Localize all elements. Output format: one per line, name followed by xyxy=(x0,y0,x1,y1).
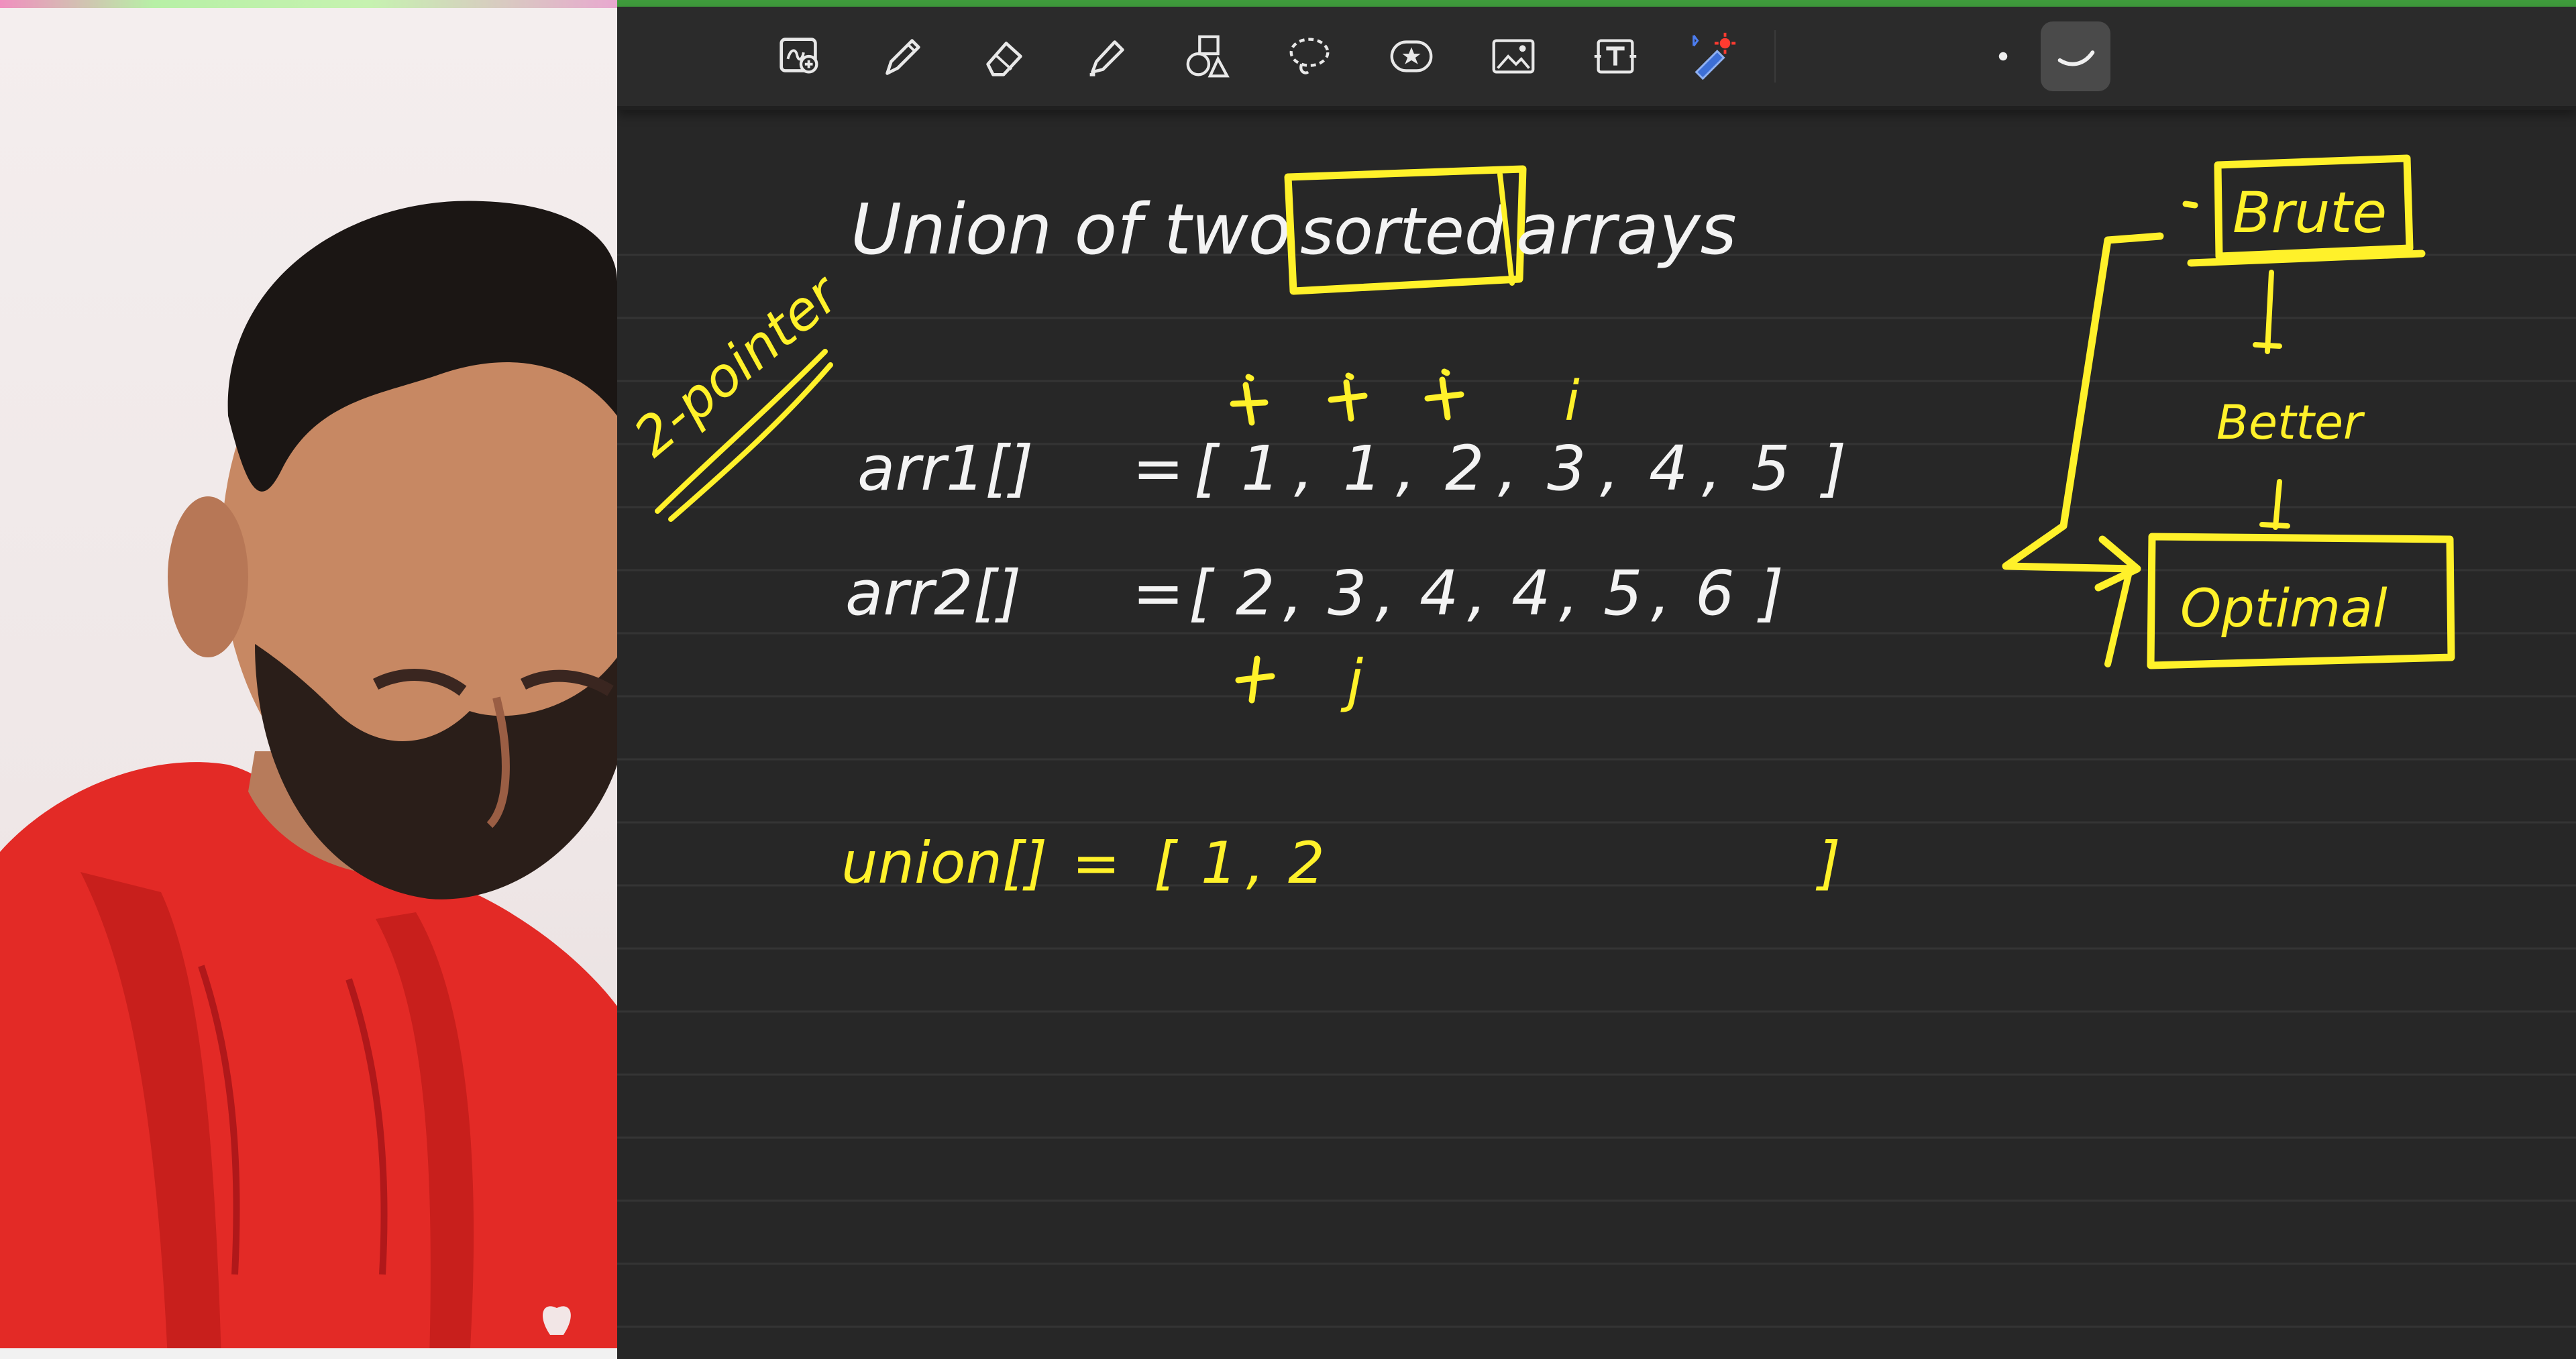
arr2-comma: , xyxy=(1651,557,1670,629)
heading-before: Union of two xyxy=(851,188,1291,270)
arr2-value: 5 xyxy=(1603,557,1643,629)
progress-line xyxy=(617,0,2576,7)
arr2-value: 3 xyxy=(1328,557,1367,629)
text-tool-icon[interactable] xyxy=(1580,21,1650,91)
whiteboard: Union of two sorted arrays 2-pointer i a… xyxy=(617,0,2576,1359)
arr2-comma: , xyxy=(1559,557,1578,629)
eraser-tool-icon[interactable] xyxy=(969,21,1038,91)
arr1-label: arr1[] xyxy=(857,433,1033,504)
toolbar-divider xyxy=(1774,30,1776,83)
webcam-feed xyxy=(0,0,617,1359)
arr2-pointer-mark xyxy=(1235,655,1275,704)
arr2-value: 6 xyxy=(1695,557,1735,629)
drawing-toolbar xyxy=(617,7,2576,110)
arr2-close-bracket: ] xyxy=(1757,557,1784,629)
sticker-tool-icon[interactable] xyxy=(1377,21,1446,91)
arr1-value: 2 xyxy=(1445,433,1485,504)
arr1-value: 1 xyxy=(1343,433,1383,504)
heading-boxed: sorted xyxy=(1300,194,1506,269)
arr1-comma: , xyxy=(1600,433,1619,504)
arr2-equals: = xyxy=(1132,557,1184,629)
union-value: 1 xyxy=(1201,830,1238,897)
arr1-comma: , xyxy=(1498,433,1517,504)
union-comma: , xyxy=(1246,830,1265,897)
drawing-canvas[interactable]: Union of two sorted arrays 2-pointer i a… xyxy=(617,110,2576,1359)
union-label: union[] xyxy=(841,830,1047,897)
union-equals: = xyxy=(1072,830,1120,897)
arr2-comma: , xyxy=(1375,557,1395,629)
arr1-close-bracket: ] xyxy=(1819,433,1846,504)
arr1-comma: , xyxy=(1702,433,1721,504)
highlighter-tool-icon[interactable] xyxy=(1071,21,1140,91)
pointer-j: j xyxy=(1340,647,1363,714)
union-value: 2 xyxy=(1288,830,1325,897)
arr1-value: 3 xyxy=(1547,433,1587,504)
pointer-i: i xyxy=(1564,370,1580,433)
presenter-image xyxy=(0,201,617,1359)
brute-label: Brute xyxy=(2233,180,2387,246)
optimal-label: Optimal xyxy=(2180,579,2387,639)
arr2-label: arr2[] xyxy=(845,557,1021,629)
brute-to-optimal-bracket xyxy=(2002,232,2164,592)
better-label: Better xyxy=(2216,395,2365,450)
union-close-bracket: ] xyxy=(1815,830,1841,897)
arr2-value: 4 xyxy=(1419,557,1459,629)
stroke-size-dot-icon[interactable] xyxy=(1968,21,2038,91)
arr1-value: 1 xyxy=(1241,433,1281,504)
arr2-values: [2, 3, 4, 4, 5, 6] xyxy=(1189,557,1784,629)
arr1-pointers xyxy=(1230,368,1464,426)
arr2-comma: , xyxy=(1467,557,1487,629)
arr2-open-bracket: [ xyxy=(1189,557,1215,629)
laser-pointer-tool-icon[interactable] xyxy=(1677,21,1747,91)
arr1-comma: , xyxy=(1396,433,1415,504)
arr1-equals: = xyxy=(1132,433,1184,504)
arr1-open-bracket: [ xyxy=(1194,433,1220,504)
arr1-value: 4 xyxy=(1649,433,1688,504)
pen-tool-icon[interactable] xyxy=(867,21,936,91)
arr2-comma: , xyxy=(1283,557,1303,629)
curve-stroke-icon[interactable] xyxy=(2041,21,2110,91)
union-values: [1, 2] xyxy=(1154,830,1841,897)
arr2-value: 4 xyxy=(1511,557,1551,629)
shapes-tool-icon[interactable] xyxy=(1173,21,1242,91)
better-to-optimal-arrow xyxy=(2259,479,2290,530)
arr1-comma: , xyxy=(1294,433,1313,504)
heading-after: arrays xyxy=(1516,188,1737,270)
zoom-box-tool-icon[interactable] xyxy=(765,21,835,91)
union-open-bracket: [ xyxy=(1154,830,1179,897)
arr1-value: 5 xyxy=(1751,433,1790,504)
image-tool-icon[interactable] xyxy=(1479,21,1548,91)
arr2-value: 2 xyxy=(1236,557,1275,629)
lasso-tool-icon[interactable] xyxy=(1275,21,1344,91)
brute-to-better-arrow xyxy=(2253,270,2282,354)
